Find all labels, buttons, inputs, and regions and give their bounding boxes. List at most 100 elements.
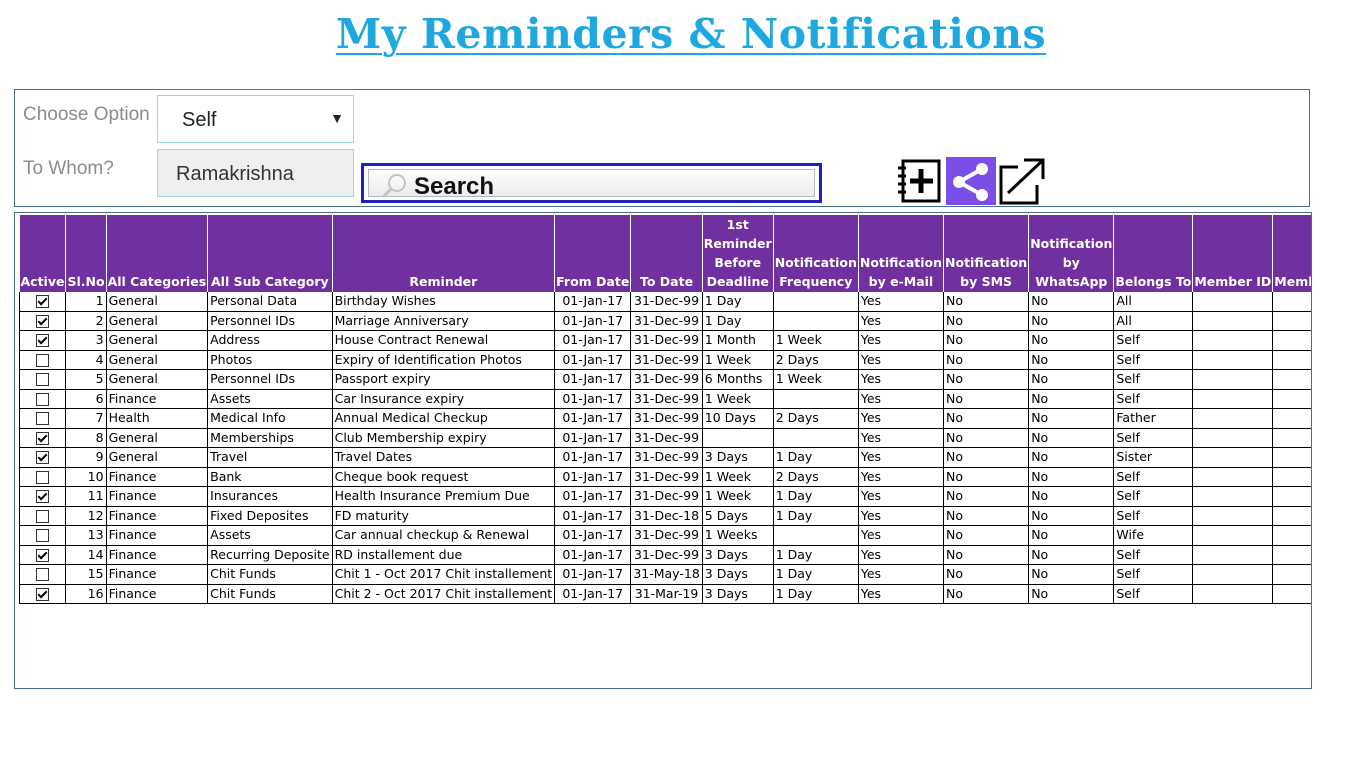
cell-sms[interactable]: No bbox=[943, 311, 1030, 331]
cell-category[interactable]: General bbox=[105, 369, 209, 390]
cell-reminder[interactable]: Chit 2 - Oct 2017 Chit installement bbox=[331, 584, 556, 604]
cell-to-date[interactable]: 31-Dec-99 bbox=[630, 330, 703, 351]
col-frequency[interactable]: Notification Frequency bbox=[773, 215, 859, 292]
cell-subcategory[interactable]: Photos bbox=[207, 350, 333, 370]
cell-first-reminder[interactable]: 1 Week bbox=[701, 486, 774, 507]
cell-member-id[interactable] bbox=[1192, 525, 1274, 546]
cell-belongs-to[interactable]: Self bbox=[1113, 486, 1194, 507]
cell-email[interactable]: Yes bbox=[857, 292, 945, 312]
cell-slno[interactable]: 10 bbox=[65, 467, 107, 487]
cell-category[interactable]: Finance bbox=[105, 545, 209, 565]
cell-first-reminder[interactable]: 1 Week bbox=[701, 467, 774, 487]
cell-sms[interactable]: No bbox=[943, 584, 1030, 604]
cell-member[interactable] bbox=[1272, 408, 1311, 429]
cell-email[interactable]: Yes bbox=[857, 506, 945, 526]
cell-belongs-to[interactable]: All bbox=[1113, 292, 1194, 312]
cell-category[interactable]: Finance bbox=[105, 389, 209, 409]
cell-email[interactable]: Yes bbox=[857, 369, 945, 390]
cell-first-reminder[interactable]: 3 Days bbox=[701, 584, 774, 604]
cell-reminder[interactable]: Chit 1 - Oct 2017 Chit installement bbox=[331, 564, 556, 585]
cell-from-date[interactable]: 01-Jan-17 bbox=[554, 330, 632, 351]
cell-whatsapp[interactable]: No bbox=[1028, 330, 1115, 351]
active-checkbox[interactable] bbox=[36, 509, 50, 523]
cell-belongs-to[interactable]: Self bbox=[1113, 330, 1194, 351]
cell-reminder[interactable]: Travel Dates bbox=[331, 447, 556, 468]
cell-to-date[interactable]: 31-Dec-99 bbox=[630, 525, 703, 546]
cell-slno[interactable]: 14 bbox=[65, 545, 107, 565]
cell-first-reminder[interactable]: 10 Days bbox=[701, 408, 774, 429]
cell-member[interactable] bbox=[1272, 330, 1311, 351]
cell-from-date[interactable]: 01-Jan-17 bbox=[554, 311, 632, 331]
cell-subcategory[interactable]: Personnel IDs bbox=[207, 311, 333, 331]
cell-category[interactable]: General bbox=[105, 330, 209, 351]
cell-from-date[interactable]: 01-Jan-17 bbox=[554, 389, 632, 409]
col-first-reminder[interactable]: 1st Reminder Before Deadline bbox=[702, 215, 774, 292]
cell-email[interactable]: Yes bbox=[857, 486, 945, 507]
search-input[interactable]: Search bbox=[361, 163, 822, 203]
cell-slno[interactable]: 9 bbox=[65, 447, 107, 468]
cell-frequency[interactable] bbox=[772, 292, 859, 312]
cell-to-date[interactable]: 31-Dec-99 bbox=[630, 545, 703, 565]
cell-slno[interactable]: 11 bbox=[65, 486, 107, 507]
cell-first-reminder[interactable]: 1 Weeks bbox=[701, 525, 774, 546]
cell-subcategory[interactable]: Personal Data bbox=[207, 292, 333, 312]
cell-member-id[interactable] bbox=[1192, 408, 1274, 429]
cell-from-date[interactable]: 01-Jan-17 bbox=[554, 408, 632, 429]
table-row[interactable]: 13 Finance Assets Car annual checkup & Rene… bbox=[18, 525, 1311, 546]
cell-member-id[interactable] bbox=[1192, 545, 1274, 565]
table-row[interactable]: 14 Finance Recurring Deposite RD installeme… bbox=[18, 545, 1311, 565]
cell-sms[interactable]: No bbox=[943, 545, 1030, 565]
cell-reminder[interactable]: Club Membership expiry bbox=[331, 428, 556, 448]
cell-member[interactable] bbox=[1272, 369, 1311, 390]
cell-from-date[interactable]: 01-Jan-17 bbox=[554, 486, 632, 507]
cell-subcategory[interactable]: Travel bbox=[207, 447, 333, 468]
col-reminder[interactable]: Reminder bbox=[332, 215, 556, 292]
cell-first-reminder[interactable]: 5 Days bbox=[701, 506, 774, 526]
table-row[interactable]: 7 Health Medical Info Annual Medical Checku… bbox=[18, 408, 1311, 429]
export-icon[interactable] bbox=[998, 157, 1046, 205]
col-to-date[interactable]: To Date bbox=[630, 215, 703, 292]
cell-member-id[interactable] bbox=[1192, 369, 1274, 390]
cell-email[interactable]: Yes bbox=[857, 564, 945, 585]
cell-belongs-to[interactable]: Sister bbox=[1113, 447, 1194, 468]
cell-sms[interactable]: No bbox=[943, 564, 1030, 585]
col-category[interactable]: All Categories bbox=[106, 215, 209, 292]
cell-from-date[interactable]: 01-Jan-17 bbox=[554, 447, 632, 468]
chevron-down-icon[interactable]: ▼ bbox=[330, 110, 344, 126]
cell-whatsapp[interactable]: No bbox=[1028, 428, 1115, 448]
cell-belongs-to[interactable]: Self bbox=[1113, 545, 1194, 565]
active-checkbox[interactable] bbox=[36, 373, 50, 387]
cell-frequency[interactable]: 2 Days bbox=[772, 467, 859, 487]
search-inner[interactable]: Search bbox=[368, 169, 815, 200]
active-checkbox[interactable] bbox=[36, 529, 50, 543]
cell-member[interactable] bbox=[1272, 428, 1311, 448]
cell-sms[interactable]: No bbox=[943, 506, 1030, 526]
cell-reminder[interactable]: Car Insurance expiry bbox=[331, 389, 556, 409]
col-from-date[interactable]: From Date bbox=[554, 215, 632, 292]
cell-belongs-to[interactable]: All bbox=[1113, 311, 1194, 331]
cell-belongs-to[interactable]: Self bbox=[1113, 369, 1194, 390]
cell-member[interactable] bbox=[1272, 292, 1311, 312]
col-belongs-to[interactable]: Belongs To bbox=[1113, 215, 1194, 292]
table-row[interactable]: 12 Finance Fixed Deposites FD maturity 01-Ja… bbox=[18, 506, 1311, 526]
active-checkbox[interactable] bbox=[36, 392, 50, 406]
col-sms[interactable]: Notification by SMS bbox=[943, 215, 1030, 292]
cell-member[interactable] bbox=[1272, 486, 1311, 507]
cell-subcategory[interactable]: Fixed Deposites bbox=[207, 506, 333, 526]
cell-slno[interactable]: 13 bbox=[65, 525, 107, 546]
cell-belongs-to[interactable]: Self bbox=[1113, 564, 1194, 585]
cell-email[interactable]: Yes bbox=[857, 311, 945, 331]
cell-first-reminder[interactable]: 3 Days bbox=[701, 564, 774, 585]
cell-email[interactable]: Yes bbox=[857, 408, 945, 429]
cell-email[interactable]: Yes bbox=[857, 467, 945, 487]
cell-first-reminder[interactable]: 1 Day bbox=[701, 292, 774, 312]
cell-subcategory[interactable]: Medical Info bbox=[207, 408, 333, 429]
cell-to-date[interactable]: 31-Dec-18 bbox=[630, 506, 703, 526]
cell-email[interactable]: Yes bbox=[857, 525, 945, 546]
table-row[interactable]: 15 Finance Chit Funds Chit 1 - Oct 2017 Chi… bbox=[18, 564, 1311, 585]
cell-slno[interactable]: 7 bbox=[65, 408, 107, 429]
cell-whatsapp[interactable]: No bbox=[1028, 486, 1115, 507]
cell-member-id[interactable] bbox=[1192, 292, 1274, 312]
cell-slno[interactable]: 2 bbox=[65, 311, 107, 331]
cell-whatsapp[interactable]: No bbox=[1028, 584, 1115, 604]
